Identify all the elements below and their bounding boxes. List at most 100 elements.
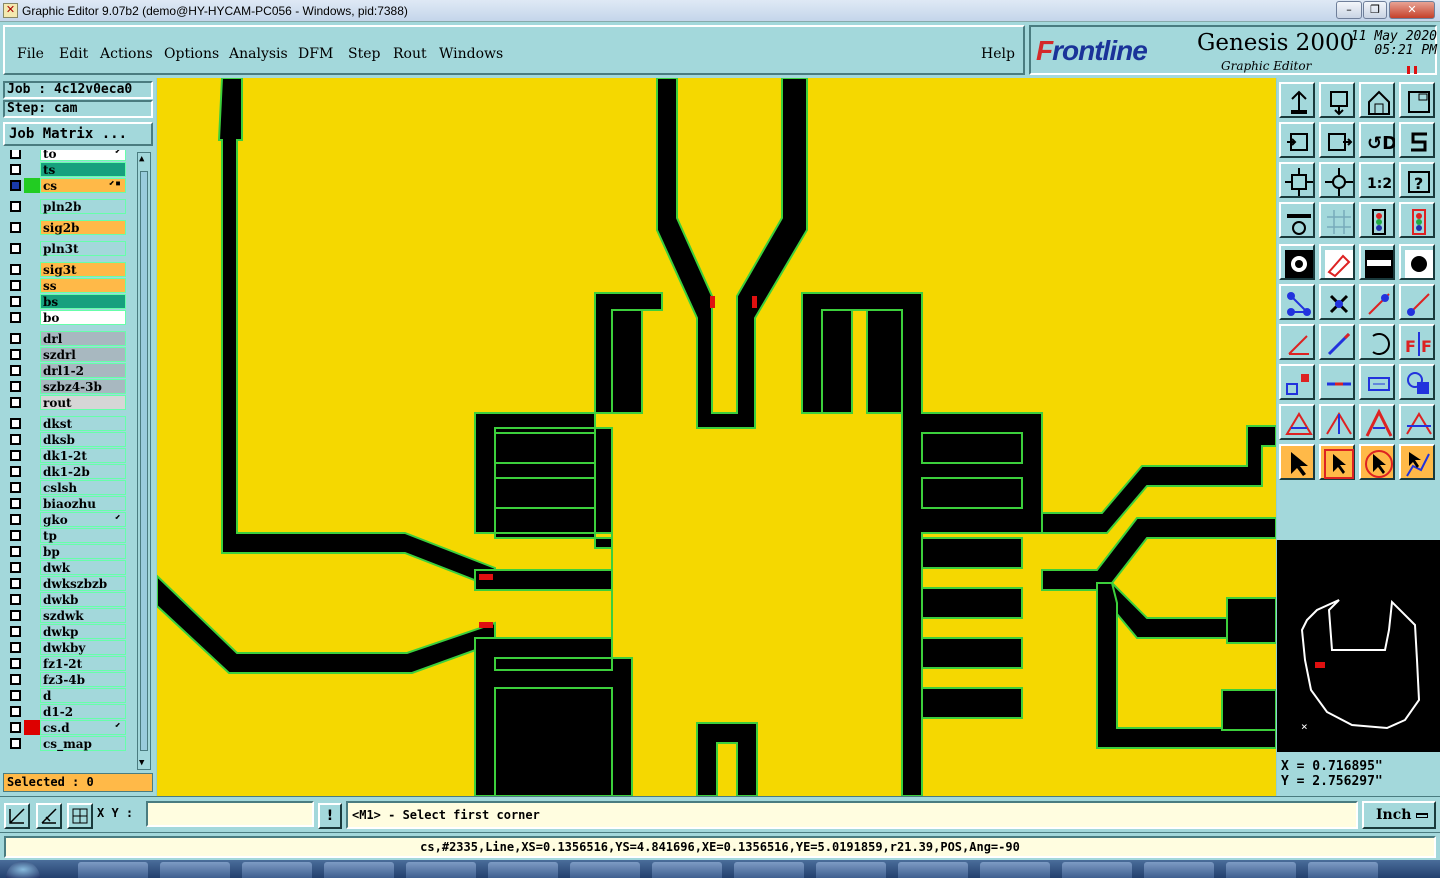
menu-options[interactable]: Options: [164, 46, 219, 62]
layer-row[interactable]: pln3t: [5, 241, 126, 256]
layer-row[interactable]: sig3t: [5, 262, 126, 277]
graphic-canvas[interactable]: [157, 78, 1276, 796]
zoom-box-icon[interactable]: [4, 803, 30, 829]
layer-row[interactable]: szbz4-3b: [5, 379, 126, 394]
layer-checkbox[interactable]: [10, 482, 21, 493]
layer-checkbox[interactable]: [10, 164, 21, 175]
taskbar-item[interactable]: [1308, 862, 1378, 878]
layer-name[interactable]: to: [40, 150, 126, 161]
taskbar-item[interactable]: [488, 862, 558, 878]
minimize-button[interactable]: –: [1336, 1, 1362, 19]
start-button[interactable]: [6, 861, 40, 878]
layer-checkbox[interactable]: [10, 280, 21, 291]
layer-row[interactable]: tp: [5, 528, 126, 543]
triangle-red-icon[interactable]: [1279, 404, 1315, 440]
layer-checkbox[interactable]: [10, 642, 21, 653]
menu-dfm[interactable]: DFM: [298, 46, 333, 62]
s-shape-icon[interactable]: [1399, 122, 1435, 158]
zoom-forward-icon[interactable]: [1319, 122, 1355, 158]
layer-checkbox[interactable]: [10, 578, 21, 589]
scale-1-2-icon[interactable]: 1:2: [1359, 162, 1395, 198]
layer-row[interactable]: to ⬋: [5, 150, 126, 161]
layer-checkbox[interactable]: [10, 450, 21, 461]
page-down-icon[interactable]: [1319, 82, 1355, 118]
layer-checkbox[interactable]: [10, 658, 21, 669]
layer-row[interactable]: dwkszbzb: [5, 576, 126, 591]
layer-checkbox[interactable]: [10, 180, 21, 191]
layer-row[interactable]: cs ⬋▪: [5, 178, 126, 193]
taskbar-item[interactable]: [78, 862, 148, 878]
layer-checkbox[interactable]: [10, 738, 21, 749]
dot-icon[interactable]: [1399, 244, 1435, 280]
layer-row[interactable]: dwkb: [5, 592, 126, 607]
menu-file[interactable]: File: [17, 46, 44, 62]
layer-name[interactable]: ts: [40, 162, 126, 177]
pan-center-icon[interactable]: [1319, 162, 1355, 198]
pointer-circle-icon[interactable]: [1359, 444, 1395, 480]
menu-edit[interactable]: Edit: [59, 46, 88, 62]
layer-checkbox[interactable]: [10, 546, 21, 557]
layer-name[interactable]: sig3t: [40, 262, 126, 277]
layer-checkbox[interactable]: [10, 610, 21, 621]
net-connect-icon[interactable]: [1279, 284, 1315, 320]
layer-checkbox[interactable]: [10, 626, 21, 637]
traffic-light-icon[interactable]: [1359, 202, 1395, 238]
layer-checkbox[interactable]: [10, 365, 21, 376]
taskbar-item[interactable]: [406, 862, 476, 878]
taskbar-item[interactable]: [160, 862, 230, 878]
layer-row[interactable]: bs: [5, 294, 126, 309]
taskbar-item[interactable]: [242, 862, 312, 878]
taskbar-item[interactable]: [816, 862, 886, 878]
zoom-angle-icon[interactable]: [36, 803, 62, 829]
line-endpoint-icon[interactable]: [1399, 284, 1435, 320]
pointer-icon[interactable]: [1279, 444, 1315, 480]
layer-name[interactable]: pln2b: [40, 199, 126, 214]
layer-checkbox[interactable]: [10, 466, 21, 477]
layer-row[interactable]: dkst: [5, 416, 126, 431]
scroll-up-icon[interactable]: ▲: [139, 154, 144, 164]
alert-icon[interactable]: !: [318, 803, 342, 829]
layer-checkbox[interactable]: [10, 498, 21, 509]
layer-checkbox[interactable]: [10, 243, 21, 254]
maximize-button[interactable]: ❐: [1363, 1, 1387, 19]
layer-row[interactable]: bo: [5, 310, 126, 325]
layer-name[interactable]: sig2b: [40, 220, 126, 235]
layer-row[interactable]: dwkby: [5, 640, 126, 655]
help-question-icon[interactable]: ?: [1399, 162, 1435, 198]
taskbar-item[interactable]: [1226, 862, 1296, 878]
cross-icon[interactable]: [1319, 284, 1355, 320]
layer-row[interactable]: rout: [5, 395, 126, 410]
layer-name[interactable]: dwkb: [40, 592, 126, 607]
layer-name[interactable]: szdrl: [40, 347, 126, 362]
layer-name[interactable]: cs.d: [40, 720, 126, 735]
house-icon[interactable]: [1359, 82, 1395, 118]
pad-select-icon[interactable]: [1279, 244, 1315, 280]
rotate-mirror-icon[interactable]: ↺D: [1359, 122, 1395, 158]
layer-name[interactable]: gko: [40, 512, 126, 527]
traffic-light-red-icon[interactable]: [1399, 202, 1435, 238]
pointer-path-icon[interactable]: [1399, 444, 1435, 480]
layer-row[interactable]: ts: [5, 162, 126, 177]
pointer-box-icon[interactable]: [1319, 444, 1355, 480]
line-vertex-icon[interactable]: [1359, 284, 1395, 320]
angle-icon[interactable]: [1279, 324, 1315, 360]
layer-row[interactable]: d: [5, 688, 126, 703]
layer-name[interactable]: fz1-2t: [40, 656, 126, 671]
taskbar-item[interactable]: [570, 862, 640, 878]
pan-fit-icon[interactable]: [1279, 162, 1315, 198]
line-split-icon[interactable]: [1319, 364, 1355, 400]
layer-checkbox[interactable]: [10, 264, 21, 275]
layer-checkbox[interactable]: [10, 296, 21, 307]
job-matrix-button[interactable]: Job Matrix ...: [3, 122, 153, 146]
layer-name[interactable]: rout: [40, 395, 126, 410]
layer-checkbox[interactable]: [10, 349, 21, 360]
zoom-back-icon[interactable]: [1279, 122, 1315, 158]
arc-icon[interactable]: [1359, 324, 1395, 360]
layer-checkbox[interactable]: [10, 312, 21, 323]
taskbar-item[interactable]: [898, 862, 968, 878]
layer-name[interactable]: ss: [40, 278, 126, 293]
layer-name[interactable]: fz3-4b: [40, 672, 126, 687]
scroll-thumb[interactable]: [140, 171, 148, 751]
layer-name[interactable]: dwkby: [40, 640, 126, 655]
layer-row[interactable]: cs.d ⬋: [5, 720, 126, 735]
